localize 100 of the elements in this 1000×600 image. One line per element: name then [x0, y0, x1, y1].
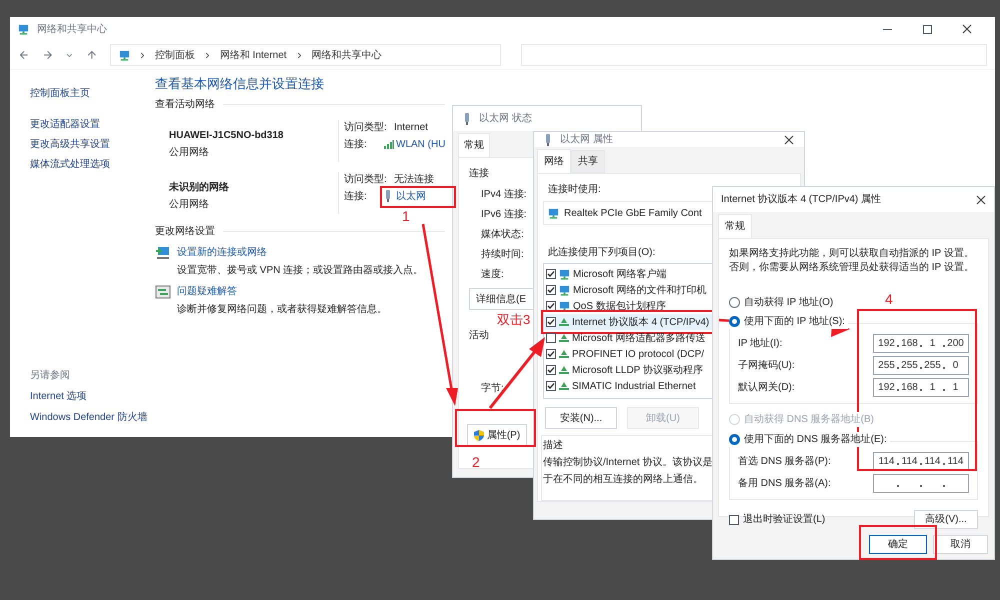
close-icon[interactable] [784, 134, 794, 144]
connection-link[interactable]: 以太网 [396, 188, 426, 204]
checkbox[interactable] [546, 333, 556, 343]
properties-button[interactable]: 属性(P) [467, 424, 527, 446]
forward-icon[interactable] [42, 49, 54, 61]
ip-address-field[interactable]: 255 255 255 0 [873, 356, 969, 375]
connection-link[interactable]: WLAN (HU [396, 136, 446, 152]
checkbox[interactable] [546, 269, 556, 279]
sidebar-link[interactable]: Internet 选项 [30, 389, 87, 404]
close-icon[interactable] [976, 194, 986, 204]
protocol-icon [559, 366, 569, 374]
up-icon[interactable] [86, 49, 98, 61]
item-label: QoS 数据包计划程序 [573, 300, 666, 314]
page-heading: 查看基本网络信息并设置连接 [155, 75, 324, 93]
signal-icon [384, 140, 394, 148]
radio-button[interactable] [729, 434, 740, 445]
radio-label: 自动获得 IP 地址(O) [744, 296, 834, 310]
network-type: 公用网络 [169, 198, 209, 212]
tab[interactable]: 共享 [571, 150, 605, 173]
field-label: 访问类型: [344, 172, 388, 186]
ok-button[interactable]: 确定 [869, 535, 927, 554]
search-field[interactable] [520, 44, 987, 66]
dialog-title: 以太网 属性 [560, 132, 613, 147]
checkbox[interactable] [729, 514, 739, 524]
checkbox[interactable] [546, 381, 556, 391]
network-icon [118, 50, 130, 60]
sidebar-link[interactable]: 更改高级共享设置 [30, 137, 110, 152]
radio-button[interactable] [729, 316, 740, 327]
sidebar-link[interactable]: 媒体流式处理选项 [30, 157, 110, 172]
network-name: 未识别的网络 [169, 180, 229, 194]
settings-description: 设置宽带、拨号或 VPN 连接；或设置路由器或接入点。 [177, 264, 424, 278]
radio-button[interactable] [729, 297, 740, 308]
ip-address-field[interactable] [873, 474, 969, 493]
sidebar-link[interactable]: Windows Defender 防火墙 [30, 410, 148, 425]
ip-address-field[interactable]: 192 168 1 1 [873, 378, 969, 397]
item-label: Internet 协议版本 4 (TCP/IPv4) [572, 316, 710, 330]
step-number: 2 [472, 453, 480, 472]
step-number: 1 [402, 207, 410, 226]
access-type: 无法连接 [394, 172, 434, 186]
sidebar-link[interactable]: 控制面板主页 [30, 86, 90, 101]
item-label: Microsoft 网络的文件和打印机 [573, 284, 706, 298]
dialog-title: 以太网 状态 [479, 112, 532, 126]
step-number: 4 [885, 290, 893, 309]
description-text: 传输控制协议/Internet 协议。该协议是 [543, 456, 712, 470]
tab[interactable]: 常规 [458, 133, 490, 157]
settings-link[interactable]: 问题疑难解答 [177, 284, 237, 298]
monitor-icon [559, 300, 570, 312]
item-label: Microsoft 网络适配器多路传送 [572, 332, 706, 346]
back-icon[interactable] [18, 49, 30, 61]
field-label: 连接: [344, 138, 368, 152]
field-label: 访问类型: [344, 120, 388, 134]
protocol-icon [559, 334, 569, 342]
intro-text: 如果网络支持此功能，则可以获取自动指派的 IP 设置。否则，你需要从网络系统管理员处获得适当的 IP 设置。 [729, 247, 975, 275]
protocol-icon [559, 350, 569, 358]
sidebar-link[interactable]: 更改适配器设置 [30, 117, 100, 132]
dialog-title: Internet 协议版本 4 (TCP/IPv4) 属性 [721, 192, 882, 207]
network-type: 公用网络 [169, 146, 209, 160]
field-label: 速度: [481, 268, 504, 282]
description-text: 于在不同的相互连接的网络上通信。 [543, 472, 703, 487]
section-label: 另请参阅 [30, 368, 70, 383]
access-type: Internet [394, 120, 428, 134]
field-label: 连接时使用: [548, 182, 601, 197]
address-bar[interactable]: 控制面板 网络和 Internet 网络和共享中心 [110, 44, 501, 66]
ip-address-field[interactable]: 192 168 1 200 [873, 334, 969, 353]
ethernet-cable-icon [544, 134, 552, 146]
item-label: Microsoft 网络客户端 [573, 268, 666, 282]
field-label: 首选 DNS 服务器(P): [738, 454, 831, 469]
checkbox[interactable] [546, 349, 556, 359]
field-label: IP 地址(I): [738, 336, 782, 351]
radio-label: 自动获得 DNS 服务器地址(B) [744, 412, 874, 427]
advanced-button[interactable]: 高级(V)... [914, 510, 978, 529]
install-button[interactable]: 安装(N)... [545, 407, 617, 429]
ethernet-cable-icon [384, 190, 392, 202]
adapter-name: Realtek PCIe GbE Family Cont [564, 206, 702, 220]
settings-link[interactable]: 设置新的连接或网络 [177, 244, 267, 260]
tab[interactable]: 常规 [718, 214, 752, 238]
close-icon[interactable] [962, 24, 972, 34]
monitor-icon [559, 284, 570, 296]
checkbox[interactable] [546, 317, 556, 327]
section-title: 查看活动网络 [155, 98, 215, 112]
field-label: IPv4 连接: [481, 188, 527, 202]
breadcrumb-item[interactable]: 网络和 Internet [220, 48, 287, 62]
item-label: SIMATIC Industrial Ethernet [572, 380, 696, 394]
shield-icon [474, 430, 484, 440]
breadcrumb-item[interactable]: 控制面板 [154, 48, 195, 62]
breadcrumb-item[interactable]: 网络和共享中心 [312, 48, 382, 62]
section-title: 更改网络设置 [155, 224, 215, 238]
tab[interactable]: 网络 [537, 149, 571, 173]
protocol-icon [559, 382, 569, 390]
checkbox[interactable] [546, 365, 556, 375]
network-adapter-icon [548, 208, 559, 218]
checkbox[interactable] [546, 301, 556, 311]
field-label: 子网掩码(U): [738, 359, 795, 373]
checkbox[interactable] [546, 285, 556, 295]
network-name: HUAWEI-J1C5NO-bd318 [169, 128, 284, 142]
cancel-button[interactable]: 取消 [933, 535, 988, 554]
radio-label: 使用下面的 DNS 服务器地址(E): [744, 432, 887, 447]
field-label: 连接: [344, 190, 368, 204]
monitor-icon [559, 268, 570, 280]
field-label: 备用 DNS 服务器(A): [738, 477, 831, 491]
